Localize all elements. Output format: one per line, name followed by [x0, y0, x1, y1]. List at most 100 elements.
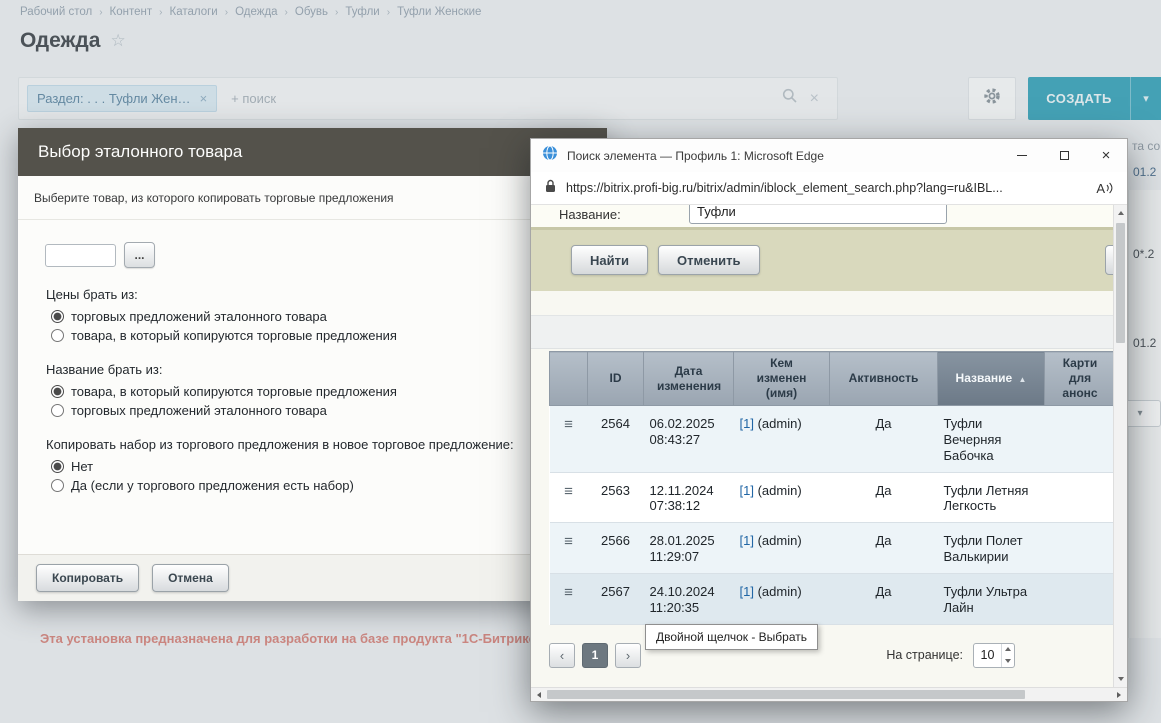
minimize-icon [1017, 155, 1027, 156]
per-page-spinner[interactable]: 10 [973, 642, 1015, 668]
table-row[interactable]: ≡ 2563 12.11.2024 07:38:12 [1] (admin) Д… [549, 472, 1113, 524]
radio-input[interactable] [51, 460, 64, 473]
cell-modified-by: [1] (admin) [733, 522, 830, 575]
lock-icon[interactable] [545, 179, 556, 198]
user-link[interactable]: [1] [740, 533, 754, 548]
name-filter-input[interactable] [689, 205, 947, 224]
cell-name: Туфли Вечерняя Бабочка [937, 405, 1045, 473]
vertical-scroll-thumb[interactable] [1116, 223, 1125, 343]
radio-label: товара, в который копируются торговые пр… [71, 328, 397, 343]
spinner-up-icon[interactable] [1002, 644, 1014, 656]
browse-button[interactable]: ... [124, 242, 155, 268]
sort-asc-icon: ▲ [1018, 375, 1027, 384]
cell-name: Туфли Летняя Легкость [937, 472, 1045, 524]
edge-popup-window: Поиск элемента — Профиль 1: Microsoft Ed… [530, 138, 1128, 702]
column-header-name-label: Название [955, 371, 1013, 385]
elements-table: ID Дата изменения Кем изменен (имя) Акти… [549, 351, 1113, 625]
horizontal-scroll-thumb[interactable] [547, 690, 1025, 699]
cell-modified-by: [1] (admin) [733, 573, 830, 625]
table-row[interactable]: ≡ 2567 24.10.2024 11:20:35 [1] (admin) Д… [549, 573, 1113, 625]
radio-option[interactable]: торговых предложений эталонного товара [46, 403, 591, 418]
group-label: Название брать из: [46, 362, 163, 377]
column-header-modified-by[interactable]: Кем изменен (имя) [733, 351, 830, 406]
current-page[interactable]: 1 [582, 642, 608, 668]
copy-button[interactable]: Копировать [36, 564, 140, 592]
content-gap [531, 291, 1113, 315]
modal-header[interactable]: Выбор эталонного товара [18, 128, 607, 176]
cell-active: Да [829, 472, 938, 524]
url-text[interactable]: https://bitrix.profi-big.ru/bitrix/admin… [566, 181, 1086, 195]
radio-option[interactable]: Нет [46, 459, 591, 474]
prev-page-button[interactable]: ‹ [549, 642, 575, 668]
scroll-right-icon[interactable] [1112, 688, 1126, 701]
row-menu-icon[interactable]: ≡ [564, 533, 573, 550]
cell-picture [1044, 522, 1113, 575]
read-aloud-icon[interactable]: A [1096, 181, 1113, 196]
name-filter-label: Название: [559, 207, 621, 222]
radio-label: торговых предложений эталонного товара [71, 403, 327, 418]
source-product-input[interactable] [45, 243, 116, 267]
radio-input[interactable] [51, 404, 64, 417]
table-row[interactable]: ≡ 2564 06.02.2025 08:43:27 [1] (admin) Д… [549, 405, 1113, 473]
cell-active: Да [829, 522, 938, 575]
cell-date: 28.01.2025 11:29:07 [643, 522, 734, 575]
cancel-button[interactable]: Отмена [152, 564, 229, 592]
address-bar[interactable]: https://bitrix.profi-big.ru/bitrix/admin… [531, 172, 1127, 205]
pagination: ‹ 1 › На странице: 10 [549, 642, 1097, 668]
radio-input[interactable] [51, 479, 64, 492]
radio-label: Да (если у торгового предложения есть на… [71, 478, 354, 493]
vertical-scrollbar[interactable] [1113, 205, 1127, 687]
table-row[interactable]: ≡ 2566 28.01.2025 11:29:07 [1] (admin) Д… [549, 522, 1113, 575]
close-icon: × [1101, 147, 1111, 164]
per-page-label: На странице: [886, 648, 963, 663]
radio-option[interactable]: товара, в который копируются торговые пр… [46, 328, 591, 343]
close-button[interactable]: × [1085, 139, 1127, 172]
cell-id: 2566 [587, 522, 644, 575]
name-source-group: Название брать из: товара, в который коп… [34, 362, 591, 418]
read-aloud-letter: A [1096, 180, 1105, 196]
user-name: (admin) [757, 416, 802, 431]
radio-label: товара, в который копируются торговые пр… [71, 384, 397, 399]
copy-offer-modal: Выбор эталонного товара Выберите товар, … [18, 128, 607, 601]
cell-active: Да [829, 573, 938, 625]
cell-picture [1044, 472, 1113, 524]
modal-footer: Копировать Отмена [18, 554, 607, 601]
user-link[interactable]: [1] [740, 416, 754, 431]
user-name: (admin) [757, 533, 802, 549]
scroll-up-icon[interactable] [1114, 206, 1127, 220]
cancel-search-button[interactable]: Отменить [657, 245, 760, 275]
user-link[interactable]: [1] [740, 483, 754, 498]
cell-modified-by: [1] (admin) [733, 472, 830, 524]
radio-option[interactable]: торговых предложений эталонного товара [46, 309, 591, 324]
row-menu-icon[interactable]: ≡ [564, 483, 573, 500]
column-header-id[interactable]: ID [587, 351, 644, 406]
window-titlebar[interactable]: Поиск элемента — Профиль 1: Microsoft Ed… [531, 139, 1127, 172]
radio-label: Нет [71, 459, 94, 474]
find-button[interactable]: Найти [571, 245, 648, 275]
column-header-active[interactable]: Активность [829, 351, 938, 406]
radio-option[interactable]: товара, в который копируются торговые пр… [46, 384, 591, 399]
column-header-picture[interactable]: Карти для анонс [1044, 351, 1113, 406]
column-header-name[interactable]: Название ▲ [937, 351, 1045, 406]
list-toolbar [531, 315, 1113, 349]
scroll-down-icon[interactable] [1114, 672, 1127, 686]
radio-option[interactable]: Да (если у торгового предложения есть на… [46, 478, 591, 493]
row-menu-icon[interactable]: ≡ [564, 584, 573, 601]
spinner-down-icon[interactable] [1002, 655, 1014, 667]
user-link[interactable]: [1] [740, 584, 754, 599]
cell-picture [1044, 405, 1113, 473]
minimize-button[interactable] [1001, 139, 1043, 172]
radio-input[interactable] [51, 385, 64, 398]
horizontal-scrollbar[interactable] [531, 687, 1127, 701]
maximize-icon [1059, 151, 1069, 160]
radio-input[interactable] [51, 310, 64, 323]
next-page-button[interactable]: › [615, 642, 641, 668]
row-menu-icon[interactable]: ≡ [564, 416, 573, 433]
copy-set-group: Копировать набор из торгового предложени… [34, 437, 591, 493]
column-header-date[interactable]: Дата изменения [643, 351, 734, 406]
clipped-button[interactable] [1105, 245, 1113, 275]
maximize-button[interactable] [1043, 139, 1085, 172]
radio-input[interactable] [51, 329, 64, 342]
scroll-left-icon[interactable] [532, 688, 546, 701]
price-source-group: Цены брать из: торговых предложений этал… [34, 287, 591, 343]
